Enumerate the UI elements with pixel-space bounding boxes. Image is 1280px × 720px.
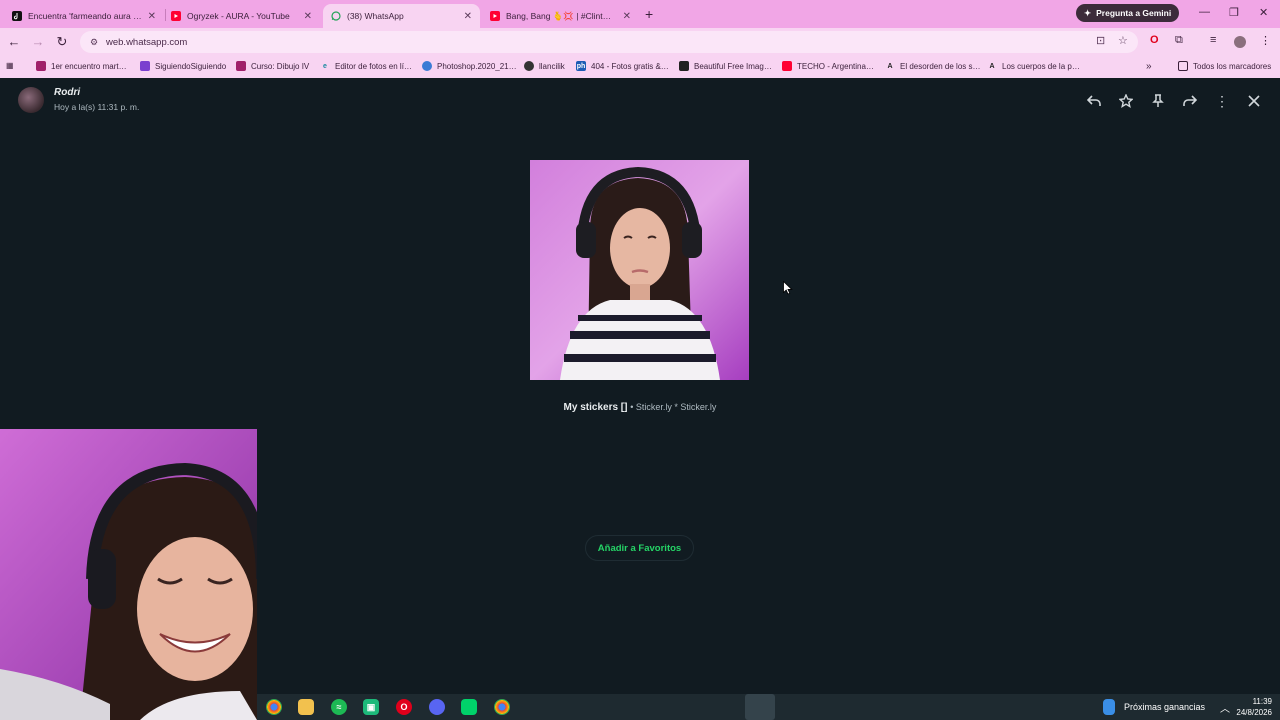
widget-label[interactable]: Próximas ganancias [1124, 702, 1205, 712]
restore-icon[interactable]: ❐ [1229, 6, 1239, 19]
tab-close-icon[interactable]: ✕ [623, 11, 631, 22]
tab-youtube-aura[interactable]: Ogryzek - AURA - YouTube ✕ [163, 4, 320, 28]
site-info-icon[interactable]: ⚙ [88, 36, 100, 48]
forward-icon[interactable] [1181, 92, 1199, 110]
tab-title: Encuentra 'farmeando aura co… [28, 11, 142, 21]
sticker-pack-name: My stickers [] [563, 402, 628, 413]
bookmark-item[interactable]: 1er encuentro mart… [36, 61, 127, 71]
back-icon[interactable]: ← [6, 34, 22, 49]
bookmark-favicon: A [989, 62, 995, 70]
add-to-favorites-button[interactable]: Añadir a Favoritos [585, 535, 694, 561]
tab-close-icon[interactable]: ✕ [464, 11, 472, 22]
sticker-pack-meta: • Sticker.ly * Sticker.ly [630, 402, 717, 412]
taskbar: ≈ ▣ O Próximas ganancias ︿ 11:39 24/8/20… [257, 694, 1280, 720]
more-icon[interactable]: ⋮ [1213, 92, 1231, 110]
tab-whatsapp[interactable]: (38) WhatsApp ✕ [323, 4, 480, 28]
address-bar[interactable]: ⚙ web.whatsapp.com [80, 31, 1138, 53]
opera-extension-icon[interactable]: O [1150, 34, 1159, 46]
gemini-button[interactable]: ✦ Pregunta a Gemini [1076, 4, 1180, 22]
sparkle-icon: ✦ [1084, 7, 1092, 18]
bookmark-favicon [236, 61, 246, 71]
whatsapp-icon [331, 11, 341, 21]
avatar[interactable] [18, 87, 44, 113]
bookmarks-bar: ▦ 1er encuentro mart… SiguiendoSiguiendo… [0, 56, 1280, 78]
tab-close-icon[interactable]: ✕ [148, 11, 156, 22]
tab-title: (38) WhatsApp [347, 11, 404, 21]
bookmark-item[interactable]: llancilik [524, 61, 565, 71]
tray-expand-icon[interactable]: ︿ [1220, 700, 1230, 715]
install-app-icon[interactable]: ⊡ [1096, 34, 1105, 47]
chrome-icon[interactable] [266, 699, 282, 715]
system-clock[interactable]: 11:39 24/8/2026 [1236, 696, 1272, 718]
mouse-cursor-icon [783, 281, 793, 295]
bookmark-item[interactable]: ph 404 - Fotos gratis &… [576, 61, 669, 71]
opera-icon[interactable]: O [396, 699, 412, 715]
bookmark-favicon [36, 61, 46, 71]
youtube-icon [490, 11, 500, 21]
bookmark-favicon [679, 61, 689, 71]
gemini-label: Pregunta a Gemini [1096, 8, 1172, 18]
all-bookmarks-folder[interactable]: Todos los marcadores [1178, 61, 1271, 71]
forward-nav-icon[interactable]: → [30, 34, 46, 49]
reply-icon[interactable] [1085, 92, 1103, 110]
bookmark-item[interactable]: Curso: Dibujo IV [236, 61, 309, 71]
chrome-icon[interactable] [494, 699, 510, 715]
bookmark-item[interactable]: Photoshop.2020_21… [422, 61, 517, 71]
clock-date: 24/8/2026 [1236, 708, 1272, 717]
bookmark-favicon: e [323, 62, 327, 70]
webcam-overlay [0, 429, 257, 720]
bookmark-favicon: A [887, 62, 893, 70]
new-tab-button[interactable]: + [645, 6, 653, 22]
profile-avatar[interactable] [1234, 36, 1246, 48]
tab-tiktok[interactable]: Encuentra 'farmeando aura co… ✕ [4, 4, 164, 28]
sticker-image [530, 160, 749, 380]
browser-tab-strip: Encuentra 'farmeando aura co… ✕ Ogryzek … [0, 0, 1280, 28]
sticker-caption: My stickers [] • Sticker.ly * Sticker.ly [0, 402, 1280, 413]
webcam-photo [0, 429, 257, 720]
message-timestamp: Hoy a la(s) 11:31 p. m. [54, 102, 140, 112]
bookmark-favicon [524, 61, 534, 71]
tab-youtube-bang[interactable]: Bang, Bang 🫰💢 | #ClintEast… ✕ [482, 4, 639, 28]
tab-title: Ogryzek - AURA - YouTube [187, 11, 290, 21]
app-icon[interactable]: ▣ [363, 699, 379, 715]
spotify-icon[interactable]: ≈ [331, 699, 347, 715]
bookmark-item[interactable]: e Editor de fotos en lí… [320, 61, 412, 71]
bookmark-item[interactable]: SiguiendoSiguiendo [140, 61, 226, 71]
sticker-photo [530, 160, 749, 380]
clock-time: 11:39 [1252, 697, 1272, 706]
minimize-icon[interactable]: — [1199, 6, 1210, 18]
discord-icon[interactable] [429, 699, 445, 715]
reload-icon[interactable]: ↻ [54, 34, 70, 50]
extensions-icon[interactable]: ⧉ [1175, 34, 1183, 47]
news-widget-icon[interactable] [1103, 699, 1115, 715]
sender-name: Rodri [54, 87, 81, 98]
media-controls-icon[interactable]: ≡ [1210, 34, 1216, 46]
file-explorer-icon[interactable] [298, 699, 314, 715]
folder-icon [1178, 61, 1188, 71]
tab-title: Bang, Bang 🫰💢 | #ClintEast… [506, 10, 617, 21]
bookmark-item[interactable]: A El desorden de los s… [885, 61, 980, 71]
capcut-icon[interactable] [461, 699, 477, 715]
bookmarks-overflow-icon[interactable]: » [1146, 61, 1152, 72]
bookmark-favicon [422, 61, 432, 71]
bookmark-favicon [140, 61, 150, 71]
close-icon[interactable] [1245, 92, 1263, 110]
apps-grid-icon[interactable]: ▦ [6, 61, 14, 70]
tab-close-icon[interactable]: ✕ [304, 11, 312, 22]
url-text: web.whatsapp.com [106, 36, 188, 48]
bookmark-star-icon[interactable]: ☆ [1118, 34, 1128, 47]
chrome-menu-icon[interactable]: ⋮ [1260, 34, 1271, 47]
bookmark-item[interactable]: Beautiful Free Imag… [679, 61, 772, 71]
tiktok-icon [12, 11, 22, 21]
browser-toolbar: ← → ↻ ⚙ web.whatsapp.com ⊡ ☆ O ⧉ ≡ ⋮ [0, 28, 1280, 56]
window-close-icon[interactable]: ✕ [1259, 6, 1268, 19]
active-app-indicator [745, 694, 775, 720]
bookmark-item[interactable]: A Los cuerpos de la p… [987, 61, 1079, 71]
youtube-icon [171, 11, 181, 21]
bookmark-favicon: ph [576, 61, 586, 71]
star-icon[interactable] [1117, 92, 1135, 110]
pin-icon[interactable] [1149, 92, 1167, 110]
bookmark-favicon [782, 61, 792, 71]
bookmark-item[interactable]: TECHO - Argentina… [782, 61, 874, 71]
